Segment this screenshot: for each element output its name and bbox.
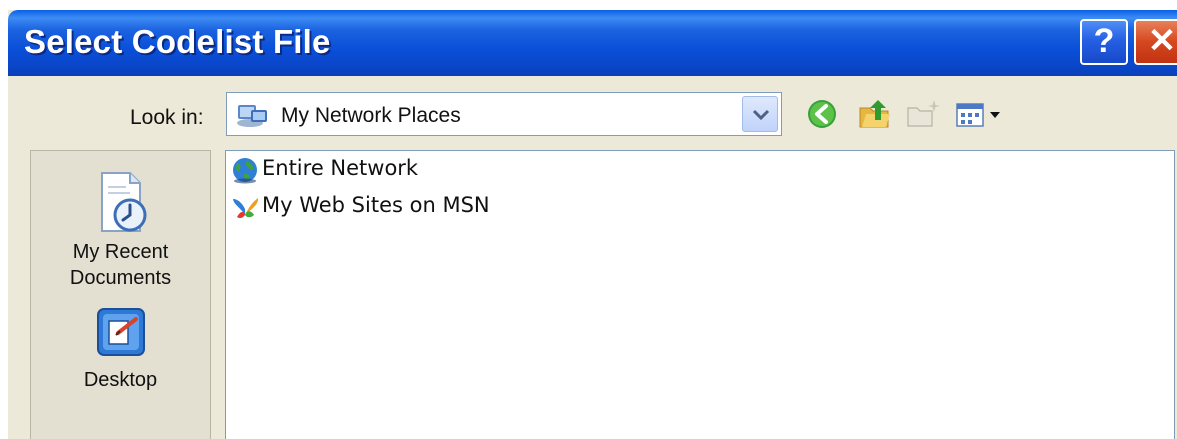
look-in-label: Look in:	[130, 106, 204, 129]
back-icon[interactable]	[804, 96, 844, 132]
file-list: Entire Network My Web Sites on MSN	[225, 150, 1175, 439]
dropdown-arrow-button[interactable]	[742, 96, 778, 132]
up-folder-icon[interactable]	[856, 96, 896, 132]
title-bar[interactable]: Select Codelist File ? ✕	[8, 10, 1177, 76]
places-desktop[interactable]: Desktop	[31, 303, 210, 393]
network-places-icon	[237, 105, 267, 127]
list-item-my-web-sites-on-msn[interactable]: My Web Sites on MSN	[230, 191, 540, 221]
places-desktop-label: Desktop	[83, 369, 158, 391]
views-menu-icon[interactable]	[954, 96, 1008, 132]
list-item-entire-network[interactable]: Entire Network	[230, 154, 450, 184]
msn-butterfly-icon	[233, 198, 259, 219]
list-item-label: My Web Sites on MSN	[262, 193, 490, 217]
look-in-value: My Network Places	[281, 104, 461, 127]
help-button[interactable]: ?	[1080, 19, 1128, 65]
close-button[interactable]: ✕	[1134, 19, 1177, 65]
desktop-icon	[96, 308, 145, 356]
places-recent-documents-label: My Recent Documents	[69, 241, 172, 289]
chevron-down-icon	[752, 109, 770, 121]
list-item-label: Entire Network	[262, 156, 419, 180]
look-in-dropdown[interactable]: My Network Places	[226, 92, 782, 136]
dialog-title: Select Codelist File	[24, 23, 331, 60]
new-folder-icon	[907, 100, 940, 127]
recent-documents-icon	[100, 172, 146, 232]
select-codelist-dialog: Select Codelist File ? ✕ Look in: My Net…	[8, 10, 1177, 439]
places-bar: My Recent Documents Desktop	[30, 150, 211, 439]
globe-icon	[233, 158, 257, 184]
places-recent-documents[interactable]: My Recent Documents	[31, 169, 210, 291]
